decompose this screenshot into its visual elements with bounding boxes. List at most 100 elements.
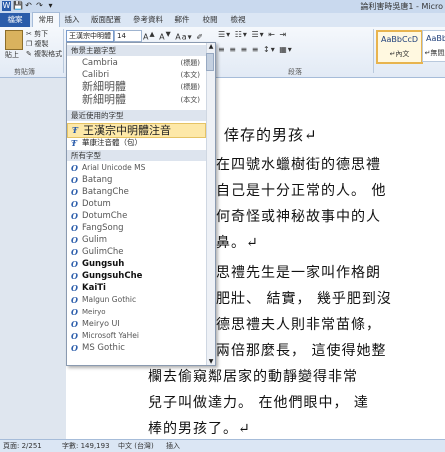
font-size-buttons[interactable]: A▲ A▼ Aa▾ ✐ xyxy=(143,30,204,42)
truetype-icon: Ŧ xyxy=(71,138,77,148)
window-title: 論利害時吳唐1 - Micro xyxy=(360,2,443,11)
font-name: 新細明體 xyxy=(82,93,126,106)
scroll-up-icon[interactable]: ▲ xyxy=(207,43,215,50)
document-line: 棒的男孩了。↵ xyxy=(148,421,251,437)
tab-file[interactable]: 檔案 xyxy=(0,13,30,27)
opentype-icon: O xyxy=(71,247,78,257)
opentype-icon: O xyxy=(71,307,78,317)
font-option[interactable]: O FangSong xyxy=(67,223,206,234)
group-divider xyxy=(373,29,374,73)
font-option[interactable]: Calibri (本文) xyxy=(67,70,206,81)
style-name: ↵內文 xyxy=(389,50,410,58)
font-tag: (標題) xyxy=(180,59,200,67)
opentype-icon: O xyxy=(71,235,78,245)
format-painter-label: 複製格式 xyxy=(34,50,63,58)
list-buttons[interactable]: ☰▾ ☷▾ ☰▾ ⇤ ⇥ xyxy=(218,30,287,39)
font-option[interactable]: O KaiTi xyxy=(67,283,206,294)
font-dropdown[interactable]: 佈景主題字型 Cambria (標題) Calibri (本文) 新細明體 (標題) … xyxy=(66,42,216,366)
font-option[interactable]: O Arial Unicode MS xyxy=(67,163,206,174)
undo-icon[interactable]: ↶ xyxy=(24,1,33,11)
font-option[interactable]: O Meiryo xyxy=(67,307,206,318)
tab-insert[interactable]: 插入 xyxy=(60,13,84,27)
language-indicator[interactable]: 中文 (台灣) xyxy=(118,440,154,452)
paste-icon[interactable] xyxy=(5,30,23,50)
document-line: 欄去偷窺鄰居家的動靜變得非常 xyxy=(148,369,358,385)
font-option[interactable]: O GulimChe xyxy=(67,247,206,258)
format-painter-button[interactable]: ✎ 複製格式 xyxy=(26,49,62,59)
font-name: 華康注音體（包） xyxy=(82,138,142,147)
page-indicator[interactable]: 頁面: 2/251 xyxy=(3,440,42,452)
font-option[interactable]: O Microsoft YaHei xyxy=(67,331,206,342)
style-normal[interactable]: AaBbCcD ↵內文 xyxy=(376,30,423,64)
font-option[interactable]: O DotumChe xyxy=(67,211,206,222)
style-sample: AaBbCcD xyxy=(381,35,419,44)
opentype-icon: O xyxy=(71,187,78,197)
align-buttons[interactable]: ≡ ≡ ≡ ≡ ↕▾ ▦▾ xyxy=(218,45,293,54)
copy-icon: ❐ xyxy=(26,40,33,48)
document-line: 自己是十分正常的人。 他 xyxy=(216,183,387,199)
tab-review[interactable]: 校閱 xyxy=(198,13,222,27)
font-name: Gungsuh xyxy=(82,259,125,269)
tab-view[interactable]: 檢視 xyxy=(226,13,250,27)
paragraph-group-label: 段落 xyxy=(288,68,302,76)
font-name: Calibri xyxy=(82,70,110,80)
scrollbar-thumb[interactable] xyxy=(206,53,214,71)
save-icon[interactable]: 💾 xyxy=(13,1,23,11)
document-line: 德思禮夫人則非常苗條， xyxy=(216,317,381,333)
font-option[interactable]: O Malgun Gothic xyxy=(67,295,206,306)
redo-icon[interactable]: ↷ xyxy=(35,1,44,11)
cut-button[interactable]: ✂ 剪下 xyxy=(26,29,48,39)
font-option[interactable]: O Gulim xyxy=(67,235,206,246)
font-name: GungsuhChe xyxy=(82,271,143,281)
tab-page-layout[interactable]: 版面配置 xyxy=(88,13,124,27)
font-name: DotumChe xyxy=(82,211,128,221)
font-option[interactable]: O GungsuhChe xyxy=(67,271,206,282)
document-line: 思禮先生是一家叫作格朗 xyxy=(216,265,381,281)
insert-mode[interactable]: 插入 xyxy=(166,440,180,452)
font-name: Cambria xyxy=(82,58,118,68)
font-option[interactable]: Ŧ 華康注音體（包） xyxy=(67,138,206,149)
font-name: KaiTi xyxy=(82,283,106,293)
font-name-input[interactable]: 王漢宗中明體 xyxy=(66,30,114,42)
cut-label: 剪下 xyxy=(34,30,49,38)
copy-button[interactable]: ❐ 複製 xyxy=(26,39,49,49)
document-line: 何奇怪或神秘故事中的人 xyxy=(216,209,381,225)
font-name: Meiryo UI xyxy=(82,319,120,328)
font-name: 王漢宗中明體注音 xyxy=(83,124,171,137)
customize-qat-icon[interactable]: ▾ xyxy=(46,1,55,11)
word-icon: W xyxy=(2,1,11,11)
document-line: 兒子叫做達力。 在他們眼中， 達 xyxy=(148,395,369,411)
style-no-spacing[interactable]: AaBbCcD ↵無間距 xyxy=(422,30,445,62)
paste-button[interactable]: 貼上 xyxy=(5,50,19,60)
font-option[interactable]: 新細明體 (本文) xyxy=(67,93,206,106)
all-fonts-header: 所有字型 xyxy=(67,150,211,161)
group-divider xyxy=(63,29,64,73)
font-size-input[interactable]: 14 xyxy=(114,30,142,42)
word-count[interactable]: 字數: 149,193 xyxy=(62,440,110,452)
clipboard-group-label: 剪貼簿 xyxy=(14,68,35,76)
tab-mailings[interactable]: 郵件 xyxy=(170,13,194,27)
opentype-icon: O xyxy=(71,331,78,341)
font-name: Gulim xyxy=(82,235,107,245)
font-option[interactable]: O Dotum xyxy=(67,199,206,210)
dropdown-scrollbar[interactable]: ▲ ▼ xyxy=(206,43,215,365)
font-name: Meiryo xyxy=(82,308,106,316)
opentype-icon: O xyxy=(71,319,78,329)
font-option[interactable]: O MS Gothic xyxy=(67,343,206,354)
font-option[interactable]: O Batang xyxy=(67,175,206,186)
tab-references[interactable]: 參考資料 xyxy=(130,13,166,27)
font-option[interactable]: O Gungsuh xyxy=(67,259,206,270)
font-option[interactable]: 新細明體 (標題) xyxy=(67,80,206,93)
opentype-icon: O xyxy=(71,283,78,293)
font-option[interactable]: Cambria (標題) xyxy=(67,58,206,69)
document-line: 鼻。↵ xyxy=(216,235,259,251)
document-margin-area xyxy=(0,78,66,439)
recent-fonts-header: 最近使用的字型 xyxy=(67,110,211,121)
scroll-down-icon[interactable]: ▼ xyxy=(207,358,215,365)
font-option-selected[interactable]: Ŧ 王漢宗中明體注音 xyxy=(67,123,206,138)
font-option[interactable]: O BatangChe xyxy=(67,187,206,198)
font-name: 新細明體 xyxy=(82,80,126,93)
style-name: ↵無間距 xyxy=(424,49,445,57)
font-option[interactable]: O Meiryo UI xyxy=(67,319,206,330)
tab-home[interactable]: 常用 xyxy=(32,12,60,28)
